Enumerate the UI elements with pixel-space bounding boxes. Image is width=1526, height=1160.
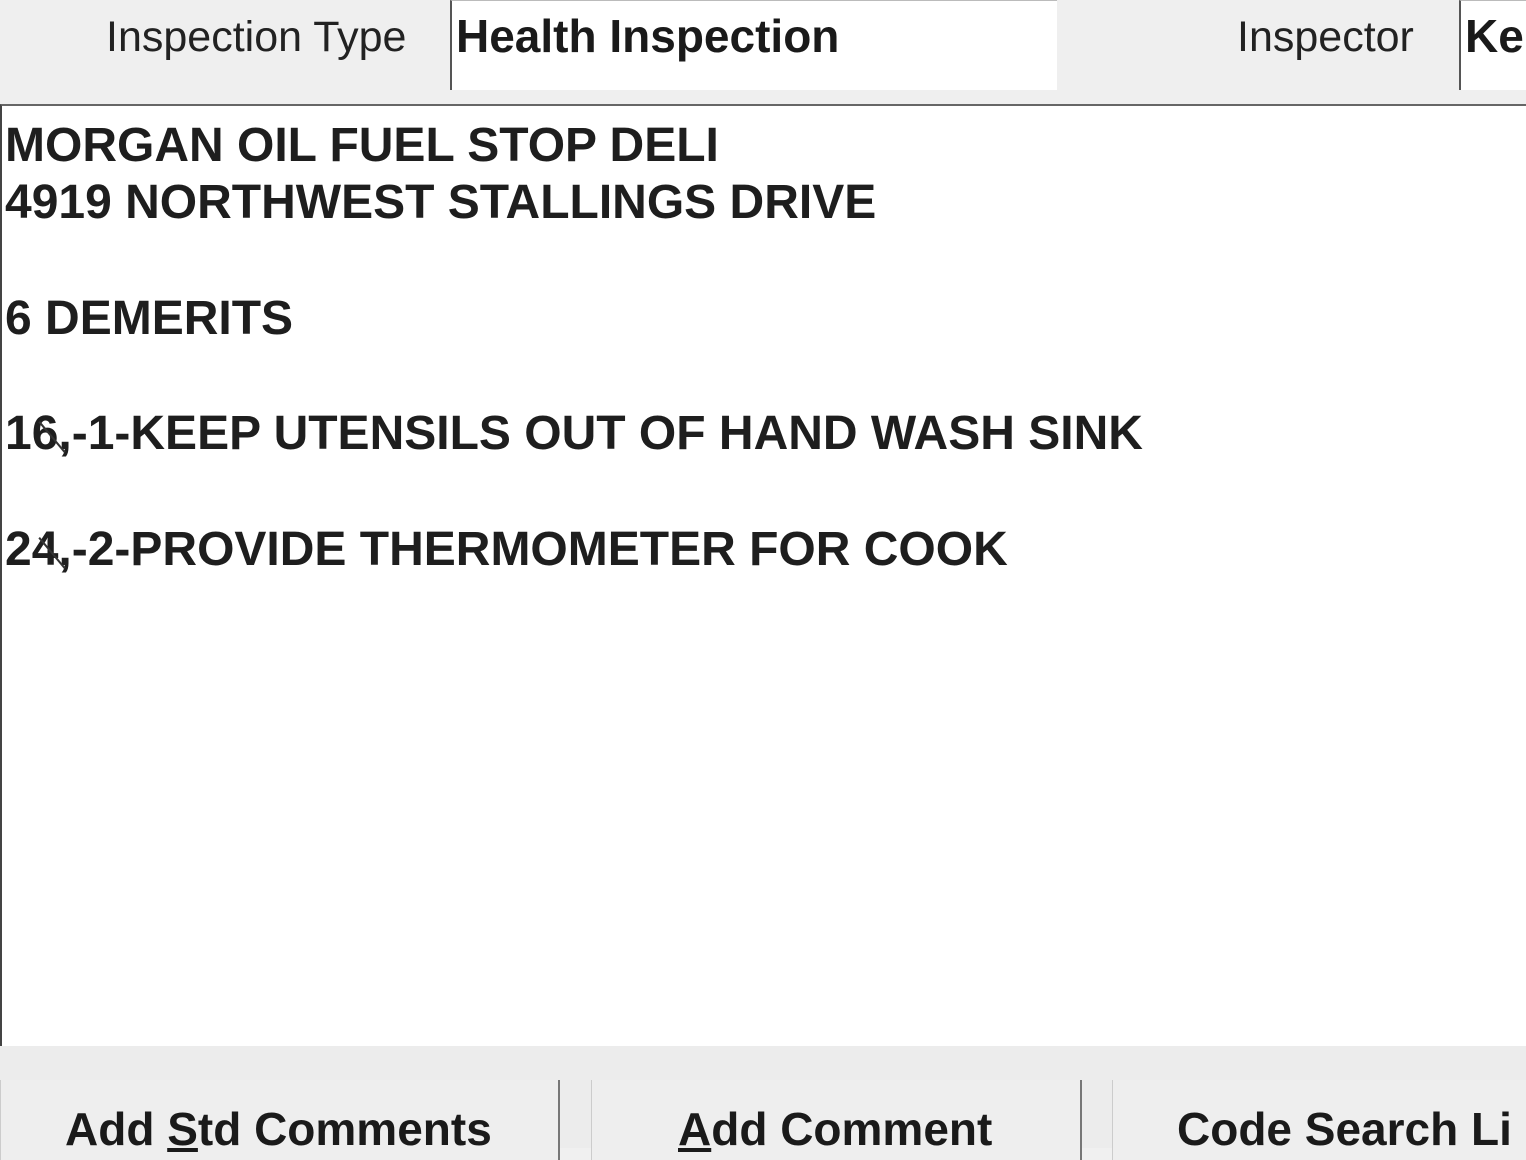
- label-part: Add: [65, 1103, 168, 1155]
- code-search-button[interactable]: Code Search Li: [1112, 1080, 1526, 1160]
- violation-line: 16,-1-KEEP UTENSILS OUT OF HAND WASH SIN…: [5, 407, 1143, 460]
- inspection-type-field[interactable]: Health Inspection: [450, 0, 1057, 90]
- inspection-type-label: Inspection Type: [106, 13, 407, 61]
- violation-line: 24,-2-PROVIDE THERMOMETER FOR COOK: [5, 523, 1008, 576]
- establishment-address: 4919 NORTHWEST STALLINGS DRIVE: [5, 176, 877, 229]
- label-part: td Comments: [197, 1103, 492, 1155]
- inspector-label: Inspector: [1237, 13, 1414, 61]
- label-part: dd Comment: [711, 1103, 993, 1155]
- establishment-name: MORGAN OIL FUEL STOP DELI: [5, 119, 719, 172]
- mnemonic-letter: S: [167, 1103, 198, 1155]
- demerits-count: 6 DEMERITS: [5, 292, 294, 345]
- comments-textarea[interactable]: MORGAN OIL FUEL STOP DELI 4919 NORTHWEST…: [0, 104, 1526, 1046]
- inspector-field[interactable]: Ke: [1459, 0, 1526, 90]
- add-comment-button[interactable]: Add Comment: [591, 1080, 1082, 1160]
- header-bar: Inspection Type Health Inspection Inspec…: [0, 0, 1526, 104]
- add-std-comments-button[interactable]: Add Std Comments: [0, 1080, 560, 1160]
- label-part: Code Search Li: [1177, 1103, 1512, 1155]
- button-bar: Add Std Comments Add Comment Code Search…: [0, 1046, 1526, 1160]
- mnemonic-letter: A: [678, 1103, 712, 1155]
